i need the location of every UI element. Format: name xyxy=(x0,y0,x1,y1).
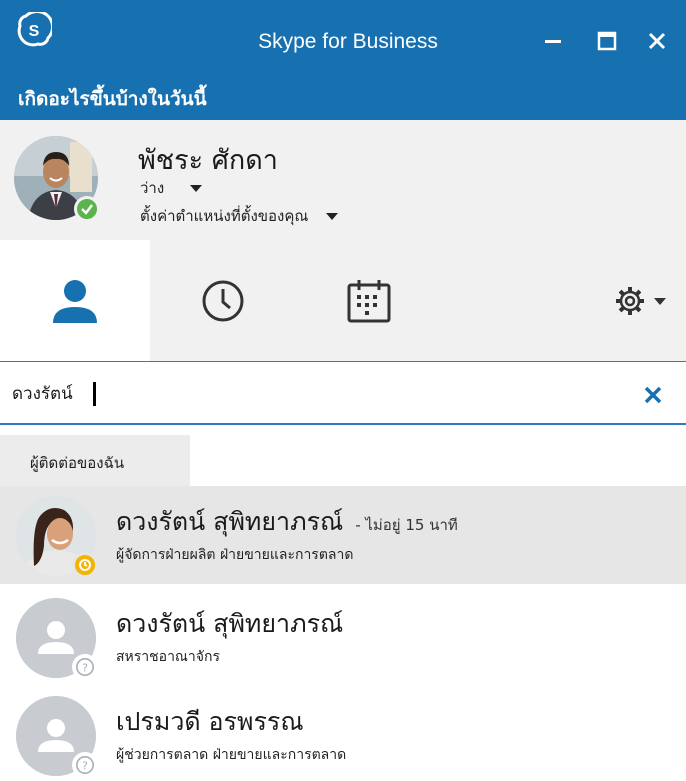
clear-search-button[interactable] xyxy=(638,380,668,410)
svg-text:?: ? xyxy=(82,760,88,773)
text-cursor xyxy=(93,382,96,406)
contact-name-text: ดวงรัตน์ สุพิทยาภรณ์ xyxy=(116,609,344,638)
main-tabs xyxy=(0,240,686,362)
contact-row[interactable]: ? ดวงรัตน์ สุพิทยาภรณ์ สหราชอาณาจักร xyxy=(0,588,686,686)
contact-avatar: ? xyxy=(16,598,98,680)
available-presence-icon xyxy=(74,196,100,222)
contact-name-text: เปรมวดี อรพรรณ xyxy=(116,707,304,736)
tab-meetings[interactable] xyxy=(296,240,442,361)
away-presence-icon xyxy=(72,552,98,578)
status-label: ว่าง xyxy=(140,179,165,197)
person-icon xyxy=(53,279,97,323)
search-input[interactable] xyxy=(12,376,612,410)
my-name: พัชระ ศักดา xyxy=(138,145,278,176)
clock-icon xyxy=(202,280,244,321)
chevron-down-icon xyxy=(190,184,203,192)
contact-title: ผู้ช่วยการตลาด ฝ่ายขายและการตลาด xyxy=(116,747,347,763)
contact-row[interactable]: ดวงรัตน์ สุพิทยาภรณ์ - ไม่อยู่ 15 นาที ผู… xyxy=(0,486,686,584)
chevron-down-icon xyxy=(326,212,339,220)
title-bar: S Skype for Business เกิดอะไรขึ้นบ้างในว… xyxy=(0,0,686,120)
contact-group-header: ผู้ติดต่อของฉัน xyxy=(0,427,686,487)
contact-name-text: ดวงรัตน์ สุพิทยาภรณ์ xyxy=(116,507,344,536)
contact-name: ดวงรัตน์ สุพิทยาภรณ์ xyxy=(116,604,343,644)
contact-row[interactable]: ? เปรมวดี อรพรรณ ผู้ช่วยการตลาด ฝ่ายขายแ… xyxy=(0,686,686,781)
contact-avatar: ? xyxy=(16,696,98,778)
maximize-icon xyxy=(597,31,617,51)
contact-title: สหราชอาณาจักร xyxy=(116,649,220,665)
close-window-button[interactable] xyxy=(640,24,674,58)
group-label-my-contacts[interactable]: ผู้ติดต่อของฉัน xyxy=(0,435,190,487)
app-title: Skype for Business xyxy=(258,30,438,53)
tab-settings[interactable] xyxy=(600,240,686,361)
whats-happening-link[interactable]: เกิดอะไรขึ้นบ้างในวันนี้ xyxy=(18,84,207,114)
my-profile: พัชระ ศักดา ว่าง ตั้งค่าตำแหน่งที่ตั้งขอ… xyxy=(0,120,686,240)
location-dropdown[interactable]: ตั้งค่าตำแหน่งที่ตั้งของคุณ xyxy=(140,204,339,228)
maximize-button[interactable] xyxy=(590,24,624,58)
location-label: ตั้งค่าตำแหน่งที่ตั้งของคุณ xyxy=(140,207,309,225)
tab-contacts[interactable] xyxy=(0,240,150,361)
my-avatar[interactable] xyxy=(14,136,100,222)
contact-name: เปรมวดี อรพรรณ xyxy=(116,702,304,742)
minimize-button[interactable] xyxy=(536,24,570,58)
contact-status-note: - ไม่อยู่ 15 นาที xyxy=(355,516,458,534)
close-icon xyxy=(648,32,666,50)
minimize-icon xyxy=(545,40,561,43)
unknown-presence-icon: ? xyxy=(72,752,98,778)
tab-recent[interactable] xyxy=(150,240,296,361)
contact-name: ดวงรัตน์ สุพิทยาภรณ์ - ไม่อยู่ 15 นาที xyxy=(116,502,458,542)
contact-title: ผู้จัดการฝ่ายผลิต ฝ่ายขายและการตลาด xyxy=(116,547,354,563)
status-dropdown[interactable]: ว่าง xyxy=(140,176,203,200)
calendar-icon xyxy=(347,279,391,322)
contact-avatar xyxy=(16,496,98,578)
search-bar xyxy=(0,362,686,425)
close-icon xyxy=(644,386,662,404)
unknown-presence-icon: ? xyxy=(72,654,98,680)
skype-window: S Skype for Business เกิดอะไรขึ้นบ้างในว… xyxy=(0,0,686,781)
svg-text:?: ? xyxy=(82,662,88,675)
gear-icon xyxy=(616,286,666,315)
